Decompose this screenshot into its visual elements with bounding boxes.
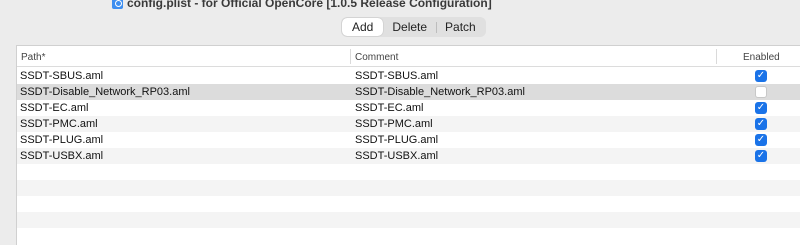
table-row[interactable]: SSDT-EC.aml SSDT-EC.aml ✓	[17, 100, 800, 116]
checkmark-icon: ✓	[756, 102, 766, 113]
tab-add[interactable]: Add	[342, 18, 384, 36]
checkmark-icon: ✓	[756, 118, 766, 129]
column-header-path[interactable]: Path*	[21, 52, 45, 63]
checkmark-icon: ✓	[756, 134, 766, 145]
empty-row	[17, 212, 800, 228]
empty-row	[17, 228, 800, 244]
row-path: SSDT-EC.aml	[20, 102, 89, 114]
row-path: SSDT-SBUS.aml	[20, 70, 104, 82]
enabled-checkbox[interactable]: ✓	[755, 150, 767, 162]
enabled-checkbox[interactable]: ✓	[755, 134, 767, 146]
table-row[interactable]: SSDT-Disable_Network_RP03.aml SSDT-Disab…	[17, 84, 800, 100]
checkmark-icon: ✓	[756, 150, 766, 161]
table-row[interactable]: SSDT-SBUS.aml SSDT-SBUS.aml ✓	[17, 68, 800, 84]
tab-patch[interactable]: Patch	[436, 18, 485, 36]
empty-row	[17, 196, 800, 212]
column-divider[interactable]	[350, 49, 351, 64]
row-comment: SSDT-SBUS.aml	[355, 70, 439, 82]
column-header-comment[interactable]: Comment	[355, 52, 398, 63]
column-header-enabled[interactable]: Enabled	[743, 52, 780, 63]
row-path: SSDT-PLUG.aml	[20, 134, 104, 146]
tab-delete[interactable]: Delete	[383, 18, 436, 36]
checkmark-icon: ✓	[756, 70, 766, 81]
acpi-add-table: Path* Comment Enabled SSDT-SBUS.aml SSDT…	[16, 45, 800, 245]
empty-row	[17, 180, 800, 196]
row-path: SSDT-Disable_Network_RP03.aml	[20, 86, 190, 98]
row-path: SSDT-USBX.aml	[20, 150, 104, 162]
enabled-checkbox[interactable]: ✓	[755, 102, 767, 114]
segmented-control: Add Delete Patch	[341, 17, 486, 37]
row-comment: SSDT-EC.aml	[355, 102, 424, 114]
table-row[interactable]: SSDT-USBX.aml SSDT-USBX.aml ✓	[17, 148, 800, 164]
plist-file-icon	[112, 0, 123, 9]
row-comment: SSDT-Disable_Network_RP03.aml	[355, 86, 525, 98]
enabled-checkbox[interactable]: ✓	[755, 70, 767, 82]
row-comment: SSDT-PLUG.aml	[355, 134, 439, 146]
table-row[interactable]: SSDT-PMC.aml SSDT-PMC.aml ✓	[17, 116, 800, 132]
row-path: SSDT-PMC.aml	[20, 118, 98, 130]
window-title: config.plist - for Official OpenCore [1.…	[127, 0, 492, 10]
table-header: Path* Comment Enabled	[17, 46, 800, 67]
empty-row	[17, 164, 800, 180]
column-divider[interactable]	[716, 49, 717, 64]
table-row[interactable]: SSDT-PLUG.aml SSDT-PLUG.aml ✓	[17, 132, 800, 148]
title-bar: config.plist - for Official OpenCore [1.…	[0, 0, 800, 12]
row-comment: SSDT-PMC.aml	[355, 118, 433, 130]
enabled-checkbox[interactable]: ✓	[755, 118, 767, 130]
row-comment: SSDT-USBX.aml	[355, 150, 439, 162]
enabled-checkbox[interactable]	[755, 86, 767, 98]
